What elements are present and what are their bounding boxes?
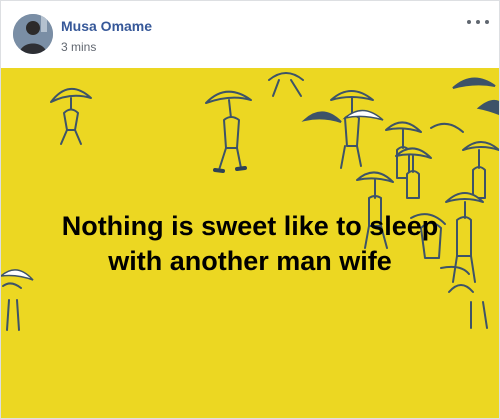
caption-line: with another man wife — [108, 246, 392, 276]
author-avatar[interactable] — [13, 14, 53, 54]
dot — [485, 20, 489, 24]
post-caption: Nothing is sweet like to sleep with anot… — [1, 209, 499, 279]
facebook-post: Musa Omame 3 mins Nothing is sweet like … — [0, 0, 500, 419]
more-horizontal-icon[interactable] — [467, 14, 489, 30]
dot — [467, 20, 471, 24]
post-timestamp[interactable]: 3 mins — [61, 40, 96, 54]
post-header: Musa Omame 3 mins — [1, 1, 499, 67]
avatar-image — [13, 14, 53, 54]
post-image[interactable]: Nothing is sweet like to sleep with anot… — [1, 68, 499, 418]
dot — [476, 20, 480, 24]
caption-line: Nothing is sweet like to sleep — [61, 211, 439, 241]
author-name[interactable]: Musa Omame — [61, 18, 152, 34]
